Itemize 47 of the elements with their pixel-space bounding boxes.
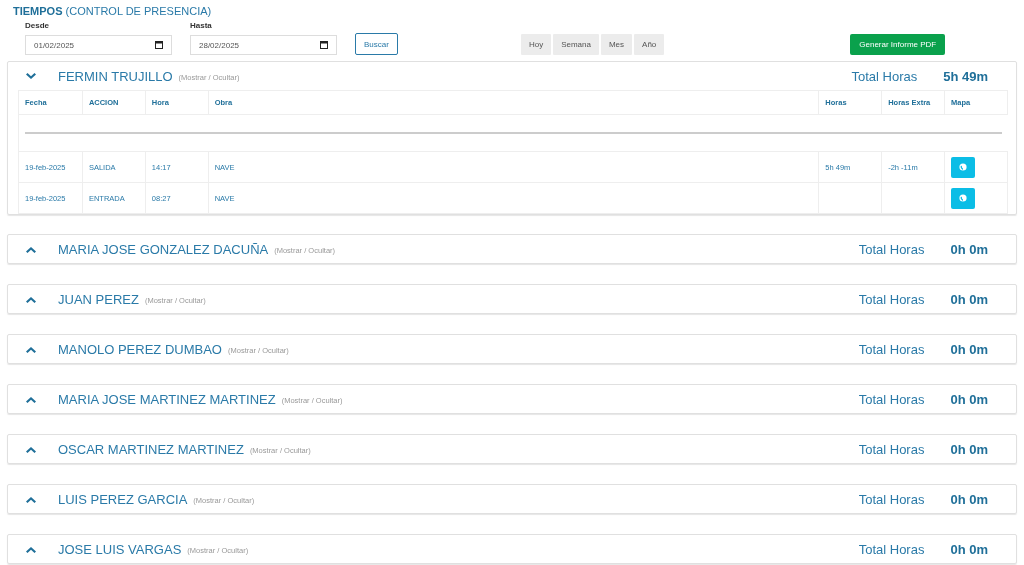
chevron-up-icon[interactable] bbox=[26, 295, 36, 303]
total-label: Total Horas bbox=[858, 391, 925, 407]
calendar-icon[interactable] bbox=[155, 41, 163, 49]
range-button[interactable]: Semana bbox=[553, 34, 599, 55]
total-label: Total Horas bbox=[858, 541, 925, 557]
total-hours: 0h 0m bbox=[950, 341, 988, 357]
employee-name: MANOLO PEREZ DUMBAO bbox=[58, 341, 222, 357]
chevron-up-icon[interactable] bbox=[26, 495, 36, 503]
employee-name: OSCAR MARTINEZ MARTINEZ bbox=[58, 441, 244, 457]
total-hours: 0h 0m bbox=[950, 541, 988, 557]
field-label: Hasta bbox=[190, 21, 213, 30]
chevron-up-icon[interactable] bbox=[26, 445, 36, 453]
total-label: Total Horas bbox=[858, 341, 925, 357]
total-hours: 0h 0m bbox=[950, 391, 988, 407]
globe-icon bbox=[959, 163, 968, 171]
search-button[interactable]: Buscar bbox=[355, 33, 398, 55]
page-title: TIEMPOS (CONTROL DE PRESENCIA) bbox=[13, 5, 213, 17]
chevron-up-icon[interactable] bbox=[26, 245, 36, 253]
chevron-up-icon[interactable] bbox=[26, 545, 36, 553]
employee-name: LUIS PEREZ GARCIA bbox=[58, 491, 188, 507]
total-hours: 0h 0m bbox=[950, 441, 988, 457]
report-button[interactable]: Generar Informe PDF bbox=[850, 34, 946, 55]
employee-name: MARIA JOSE GONZALEZ DACUÑA bbox=[58, 241, 269, 257]
employee-name: MARIA JOSE MARTINEZ MARTINEZ bbox=[58, 391, 276, 407]
date-field[interactable]: 28/02/2025 bbox=[190, 35, 337, 55]
total-label: Total Horas bbox=[851, 68, 918, 84]
total-label: Total Horas bbox=[858, 241, 925, 257]
range-button[interactable]: Mes bbox=[600, 34, 633, 55]
total-hours: 5h 49m bbox=[943, 68, 988, 84]
chevron-down-icon[interactable] bbox=[26, 72, 36, 80]
field-label: Desde bbox=[25, 21, 50, 30]
globe-icon bbox=[959, 194, 968, 202]
range-button[interactable]: Año bbox=[634, 34, 665, 55]
total-label: Total Horas bbox=[858, 291, 925, 307]
total-label: Total Horas bbox=[858, 491, 925, 507]
total-hours: 0h 0m bbox=[950, 291, 988, 307]
employee-name: FERMIN TRUJILLO bbox=[58, 68, 173, 84]
total-label: Total Horas bbox=[858, 441, 925, 457]
chevron-up-icon[interactable] bbox=[26, 395, 36, 403]
employee-name: JOSE LUIS VARGAS bbox=[58, 541, 182, 557]
calendar-icon[interactable] bbox=[320, 41, 328, 49]
employee-name: JUAN PEREZ bbox=[58, 291, 139, 307]
range-button[interactable]: Hoy bbox=[520, 34, 552, 55]
total-hours: 0h 0m bbox=[950, 491, 988, 507]
date-field[interactable]: 01/02/2025 bbox=[25, 35, 172, 55]
chevron-up-icon[interactable] bbox=[26, 345, 36, 353]
total-hours: 0h 0m bbox=[950, 241, 988, 257]
